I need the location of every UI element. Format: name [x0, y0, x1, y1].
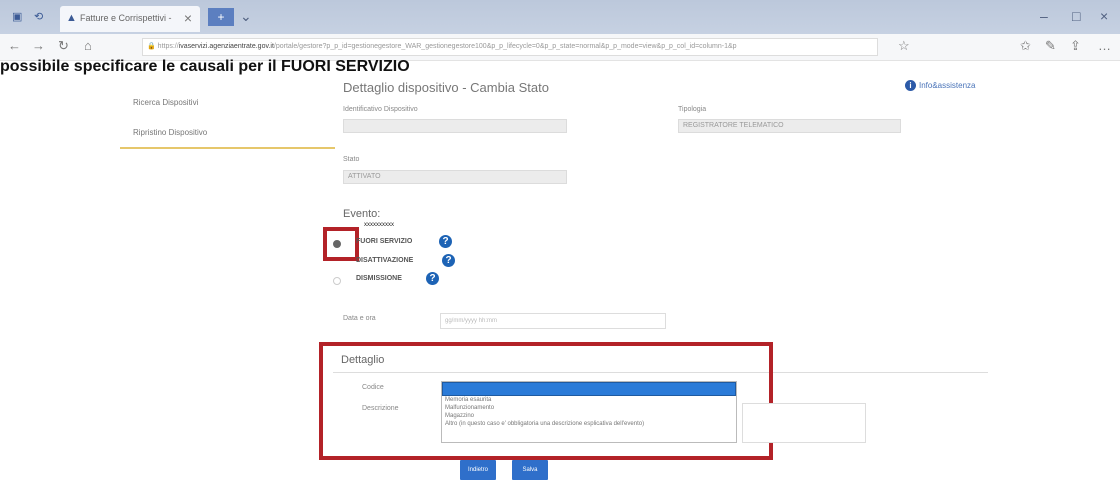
data-ora-label: Data e ora: [343, 315, 376, 322]
save-button[interactable]: Salva: [512, 460, 548, 480]
back-arrow-icon[interactable]: ←: [8, 38, 21, 53]
overlay-caption: possibile specificare le causali per il …: [0, 58, 410, 75]
tipologia-label: Tipologia: [678, 106, 707, 113]
dropdown-option[interactable]: Magazzino: [442, 412, 736, 420]
stato-label: Stato: [343, 156, 360, 163]
radio-highlight-box: [323, 227, 359, 261]
help-icon[interactable]: ?: [439, 235, 452, 248]
sidebar-item-ricerca[interactable]: Ricerca Dispositivi: [133, 98, 198, 107]
radio-fuori-servizio[interactable]: [333, 240, 341, 248]
share-icon[interactable]: ⇪: [1070, 38, 1081, 54]
page-title: Dettaglio dispositivo - Cambia Stato: [343, 80, 549, 95]
pen-icon[interactable]: ✎: [1045, 38, 1056, 54]
option-dismissione[interactable]: DISMISSIONE: [356, 275, 402, 282]
agenzia-favicon-icon: ▲: [66, 12, 77, 24]
close-tab-icon[interactable]: ×: [184, 10, 192, 26]
help-icon[interactable]: ?: [426, 272, 439, 285]
dettaglio-title: Dettaglio: [341, 354, 385, 366]
option-disattivazione[interactable]: DISATTIVAZIONE: [356, 257, 413, 264]
codice-dropdown[interactable]: Memoria esaurita Malfunzionamento Magazz…: [441, 381, 737, 443]
stato-field: ATTIVATO: [343, 170, 567, 184]
evento-annotation: xxxxxxxxxx: [364, 222, 394, 228]
favorite-star-icon[interactable]: ☆: [898, 38, 910, 54]
dropdown-option[interactable]: Memoria esaurita: [442, 396, 736, 404]
url-input[interactable]: 🔒 https://ivaservizi.agenziaentrate.gov.…: [142, 38, 878, 56]
new-tab-button[interactable]: +: [208, 8, 234, 26]
refresh-icon[interactable]: ↻: [58, 38, 69, 54]
forward-arrow-icon[interactable]: →: [32, 38, 45, 53]
evento-title: Evento:: [343, 208, 381, 220]
data-ora-input[interactable]: gg/mm/yyyy hh:mm: [440, 313, 666, 329]
radio-dismissione[interactable]: [333, 277, 341, 285]
help-icon[interactable]: ?: [442, 254, 455, 267]
sidebar-item-ripristino[interactable]: Ripristino Dispositivo: [133, 128, 207, 137]
tipologia-field: REGISTRATORE TELEMATICO: [678, 119, 901, 133]
option-fuori-servizio[interactable]: FUORI SERVIZIO: [356, 238, 412, 245]
home-icon[interactable]: ⌂: [84, 38, 92, 53]
more-icon[interactable]: …: [1098, 38, 1111, 53]
info-icon: i: [905, 80, 916, 91]
dropdown-option[interactable]: Malfunzionamento: [442, 404, 736, 412]
tab-list-chevron-icon[interactable]: ⌄: [240, 8, 252, 25]
browser-tab[interactable]: ▲ Fatture e Corrispettivi - ×: [60, 6, 200, 32]
favorites-icon[interactable]: ✩: [1020, 38, 1031, 54]
tab-back-icon[interactable]: ⟲: [34, 10, 43, 23]
descrizione-label: Descrizione: [362, 405, 399, 412]
dropdown-option[interactable]: Altro (in questo caso e' obbligatoria un…: [442, 420, 736, 428]
sidebar-divider: [120, 147, 335, 149]
close-window-icon[interactable]: ×: [1100, 8, 1108, 24]
tab-actions-icon[interactable]: ▣: [12, 10, 22, 23]
tab-title: Fatture e Corrispettivi -: [80, 13, 172, 23]
identificativo-field: [343, 119, 567, 133]
dropdown-option-selected[interactable]: [442, 382, 736, 396]
back-button[interactable]: Indietro: [460, 460, 496, 480]
identificativo-label: Identificativo Dispositivo: [343, 106, 418, 113]
lock-icon: 🔒: [147, 43, 158, 50]
descrizione-textarea[interactable]: [742, 403, 866, 443]
maximize-icon[interactable]: □: [1072, 8, 1080, 24]
minimize-icon[interactable]: –: [1040, 8, 1048, 24]
info-label: Info&assistenza: [919, 81, 976, 90]
info-assistenza-link[interactable]: i Info&assistenza: [905, 80, 975, 91]
codice-label: Codice: [362, 384, 384, 391]
